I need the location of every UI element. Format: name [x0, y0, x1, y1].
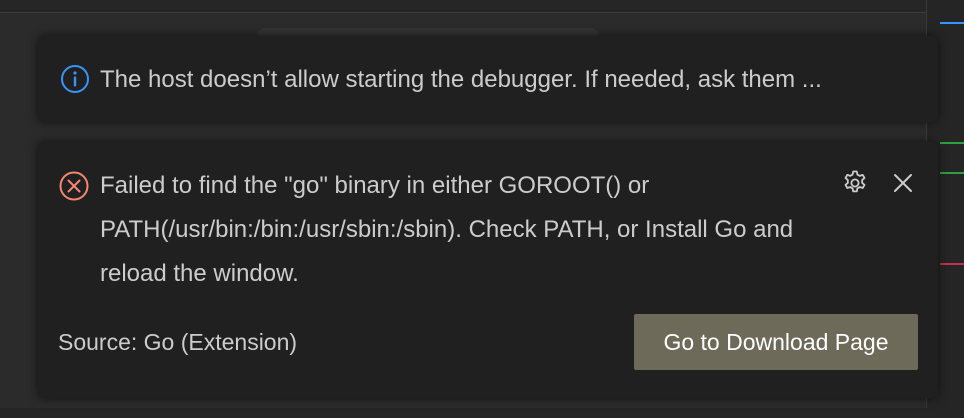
- error-notification-message: Failed to find the "go" binary in either…: [100, 172, 794, 287]
- error-icon: [58, 170, 90, 202]
- info-notification-message: The host doesn’t allow starting the debu…: [100, 66, 822, 93]
- close-icon: [892, 172, 914, 199]
- notification-source: Source: Go (Extension): [58, 329, 298, 355]
- info-icon: [60, 64, 90, 94]
- editor-tab-bar: [0, 0, 964, 13]
- minimap-marker-green: [940, 142, 964, 144]
- go-to-download-page-button[interactable]: Go to Download Page: [634, 314, 918, 370]
- minimap-marker-red: [940, 263, 964, 265]
- status-bar-edge: [0, 408, 964, 418]
- error-notification: Failed to find the "go" binary in either…: [38, 142, 938, 398]
- minimap-marker-blue: [940, 22, 964, 24]
- notification-settings-button[interactable]: [838, 168, 872, 202]
- gear-icon: [841, 169, 869, 202]
- notification-close-button[interactable]: [886, 168, 920, 202]
- minimap-marker-green-2: [940, 172, 964, 174]
- info-notification: The host doesn’t allow starting the debu…: [38, 36, 938, 122]
